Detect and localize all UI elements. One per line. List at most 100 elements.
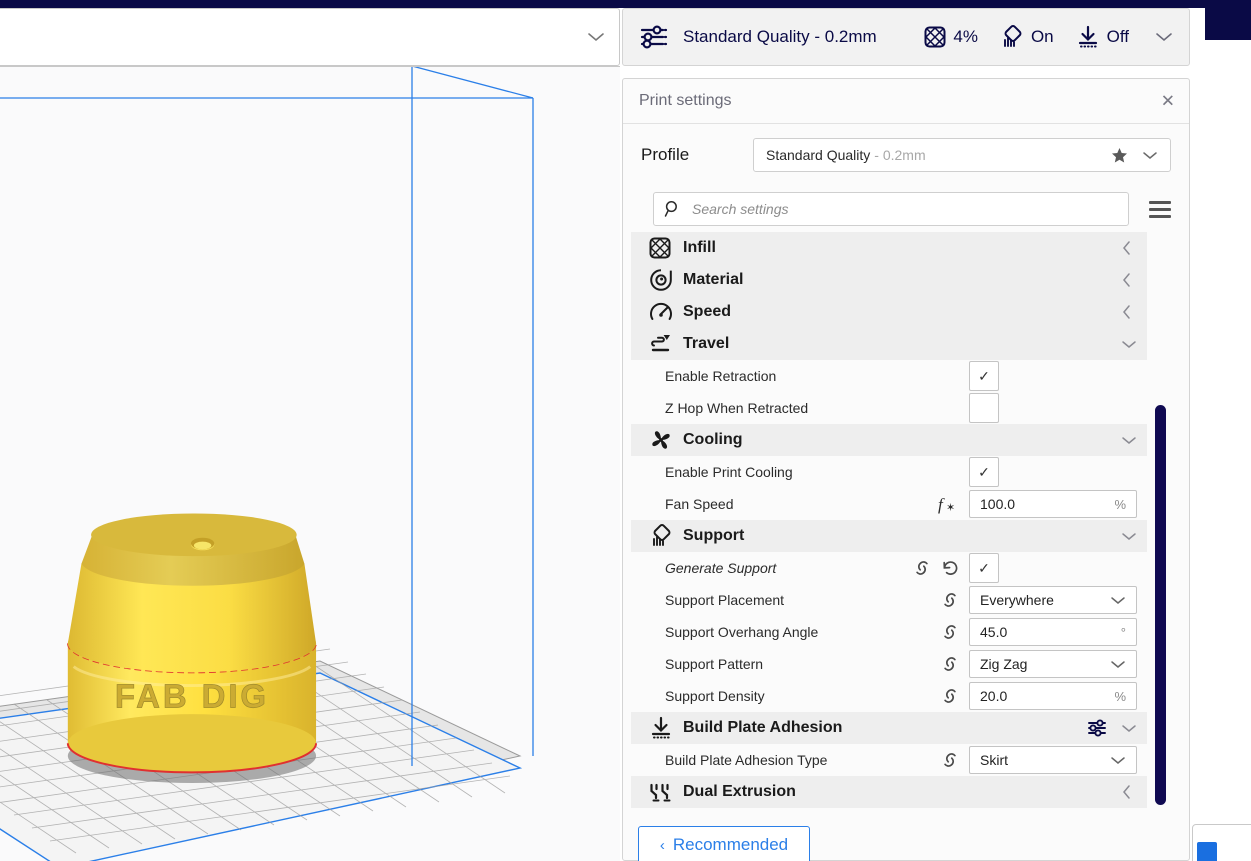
settings-category-build-plate-adhesion[interactable]: Build Plate Adhesion [631, 712, 1147, 744]
setting-row-fan-speed[interactable]: Fan Speed f ✶ 100.0% [631, 488, 1147, 520]
settings-category-label: Build Plate Adhesion [683, 719, 843, 736]
settings-list[interactable]: Infill Material Speed Travel Enable Retracti… [623, 232, 1189, 814]
settings-category-infill[interactable]: Infill [631, 232, 1147, 264]
chevron-left-icon[interactable] [1121, 304, 1133, 320]
setting-icon-group [941, 687, 959, 705]
chevron-down-icon[interactable] [1121, 435, 1136, 446]
settings-sliders-icon[interactable] [1087, 718, 1109, 738]
profile-label: Profile [641, 145, 690, 164]
setting-row-z-hop-when-retracted[interactable]: Z Hop When Retracted [631, 392, 1147, 424]
setting-row-build-plate-adhesion-type[interactable]: Build Plate Adhesion Type Skirt [631, 744, 1147, 776]
setting-row-support-placement[interactable]: Support Placement Everywhere [631, 584, 1147, 616]
material-icon [649, 268, 673, 292]
setting-row-support-pattern[interactable]: Support Pattern Zig Zag [631, 648, 1147, 680]
link-icon[interactable] [941, 751, 959, 769]
setting-text-field[interactable]: 20.0% [969, 682, 1137, 710]
dropdown-chevron-down-icon[interactable] [1110, 755, 1126, 766]
settings-category-label: Cooling [683, 431, 743, 448]
setting-label: Z Hop When Retracted [665, 400, 809, 416]
settings-sliders-icon-wrap[interactable] [1087, 718, 1109, 738]
close-icon[interactable]: ✕ [1161, 93, 1175, 110]
model-embossed-text: FAB DIG [115, 677, 269, 714]
settings-category-dual-extrusion[interactable]: Dual Extrusion [631, 776, 1147, 808]
chevron-left-icon[interactable] [1121, 272, 1133, 288]
category-chevron-down-icon[interactable] [1121, 531, 1136, 542]
chevron-down-icon[interactable] [1110, 659, 1126, 670]
chevron-down-icon[interactable] [1110, 595, 1126, 606]
link-icon[interactable] [941, 591, 959, 609]
link-icon[interactable] [913, 559, 931, 577]
link-icon[interactable] [941, 655, 959, 673]
setting-text-field[interactable]: 100.0% [969, 490, 1137, 518]
setting-value: Everywhere [980, 592, 1054, 608]
setting-checkbox[interactable] [969, 393, 999, 423]
panel-title: Print settings [639, 92, 732, 109]
chevron-left-icon[interactable] [1121, 240, 1133, 256]
profile-chevron-down-icon[interactable] [1142, 150, 1158, 161]
setting-label: Enable Print Cooling [665, 464, 793, 480]
setting-unit: % [1114, 496, 1126, 512]
link-icon[interactable] [941, 687, 959, 705]
settings-category-speed[interactable]: Speed [631, 296, 1147, 328]
speed-icon [649, 300, 673, 324]
category-chevron-down-icon[interactable] [1121, 723, 1136, 734]
search-input[interactable] [692, 201, 1118, 217]
chevron-down-icon[interactable] [1110, 755, 1126, 766]
print-settings-header: Print settings ✕ [623, 79, 1189, 124]
chevron-down-icon[interactable] [1121, 531, 1136, 542]
category-chevron-left-icon[interactable] [1121, 272, 1133, 288]
dropdown-chevron-down-icon[interactable] [1110, 595, 1126, 606]
recommended-mode-button[interactable]: ‹ Recommended [638, 826, 810, 861]
category-chevron-down-icon[interactable] [1121, 339, 1136, 350]
chevron-down-icon[interactable] [1121, 723, 1136, 734]
settings-category-material[interactable]: Material [631, 264, 1147, 296]
star-icon[interactable] [1111, 147, 1128, 164]
machine-selector-combobox[interactable]: e [0, 8, 620, 66]
settings-vertical-scrollbar[interactable] [1155, 405, 1166, 805]
setting-checkbox[interactable]: ✓ [969, 457, 999, 487]
search-settings-box[interactable] [653, 192, 1129, 226]
setting-row-enable-retraction[interactable]: Enable Retraction ✓ [631, 360, 1147, 392]
search-icon [664, 200, 682, 218]
configbar-chevron-down-icon[interactable] [1155, 31, 1173, 43]
active-profile-label: Standard Quality - 0.2mm [683, 27, 877, 46]
configbar-adhesion-summary[interactable]: Off [1076, 25, 1129, 49]
setting-text-field[interactable]: 45.0 ° [969, 618, 1137, 646]
setting-row-support-overhang-angle[interactable]: Support Overhang Angle 45.0 ° [631, 616, 1147, 648]
profile-select[interactable]: Standard Quality - 0.2mm [753, 138, 1171, 172]
setting-checkbox[interactable]: ✓ [969, 553, 999, 583]
category-chevron-left-icon[interactable] [1121, 240, 1133, 256]
settings-category-cooling[interactable]: Cooling [631, 424, 1147, 456]
setting-row-support-density[interactable]: Support Density 20.0% [631, 680, 1147, 712]
dual-extrusion-icon [649, 781, 673, 803]
category-chevron-left-icon[interactable] [1121, 304, 1133, 320]
setting-checkbox[interactable]: ✓ [969, 361, 999, 391]
function-fx-icon[interactable]: f ✶ [937, 494, 959, 514]
configuration-bar[interactable]: Standard Quality - 0.2mm 4% On Off [622, 8, 1190, 66]
configbar-infill-summary[interactable]: 4% [924, 26, 978, 48]
profile-row: Profile Standard Quality - 0.2mm [623, 124, 1189, 186]
setting-icon-group [941, 751, 959, 769]
dropdown-chevron-down-icon[interactable] [1110, 659, 1126, 670]
configbar-support-summary[interactable]: On [1000, 25, 1054, 49]
chevron-down-icon[interactable] [1121, 339, 1136, 350]
chevron-left-icon[interactable] [1121, 784, 1133, 800]
slice-button[interactable] [1197, 842, 1217, 861]
settings-category-travel[interactable]: Travel [631, 328, 1147, 360]
svg-text:✶: ✶ [946, 502, 955, 514]
chevron-left-icon: ‹ [659, 836, 665, 854]
hamburger-menu-icon[interactable] [1149, 200, 1171, 218]
category-chevron-down-icon[interactable] [1121, 435, 1136, 446]
setting-label: Support Placement [665, 592, 785, 608]
link-icon[interactable] [941, 623, 959, 641]
setting-dropdown[interactable]: Zig Zag [969, 650, 1137, 678]
settings-category-support[interactable]: Support [631, 520, 1147, 552]
3d-model-fab-dig[interactable]: FAB DIG [20, 496, 360, 816]
3d-viewport[interactable]: FAB DIG [0, 66, 620, 861]
setting-row-generate-support[interactable]: Generate Support ✓ [631, 552, 1147, 584]
category-chevron-left-icon[interactable] [1121, 784, 1133, 800]
setting-row-enable-print-cooling[interactable]: Enable Print Cooling ✓ [631, 456, 1147, 488]
setting-dropdown[interactable]: Skirt [969, 746, 1137, 774]
setting-dropdown[interactable]: Everywhere [969, 586, 1137, 614]
revert-icon[interactable] [941, 559, 959, 577]
